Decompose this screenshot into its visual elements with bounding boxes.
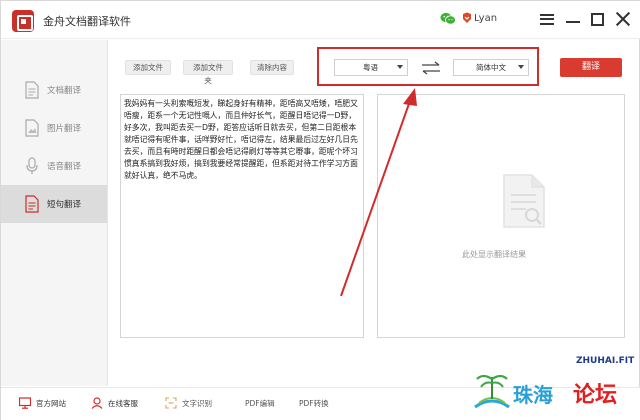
hamburger-icon (540, 13, 554, 25)
microphone-icon (26, 157, 38, 174)
menu-button[interactable] (537, 9, 557, 29)
sidebar-item-image-translate[interactable]: 图片翻译 (1, 109, 107, 147)
swap-languages-icon[interactable] (421, 61, 441, 75)
chevron-down-icon (397, 65, 403, 69)
sidebar-item-sentence-translate[interactable]: 短句翻译 (1, 185, 107, 223)
maximize-button[interactable] (587, 9, 607, 29)
monitor-icon (19, 397, 31, 409)
footer-item-label: 官方网站 (36, 398, 66, 408)
support-agent-icon (91, 397, 103, 409)
watermark-forum: 论坛 (573, 382, 618, 408)
text-recognition-icon (165, 397, 177, 409)
target-language-select[interactable]: 简体中文 (453, 59, 529, 76)
app-title: 金舟文档翻译软件 (43, 15, 131, 28)
footer-item-label: PDF编辑 (245, 398, 275, 408)
sidebar-item-label: 语音翻译 (47, 162, 82, 172)
watermark: ZHUHAI.FIT 珠海 论坛 (469, 355, 637, 413)
source-text-area[interactable]: 我妈妈有一头利索嘅短发，睇起身好有精神，距唔高又唔矮，唔肥又唔瘦，距系一个无记性… (120, 94, 364, 338)
username[interactable]: Lyan (474, 13, 497, 24)
close-icon (615, 11, 631, 27)
translate-button[interactable]: 翻译 (560, 58, 622, 77)
app-window: 金舟文档翻译软件 Lyan 文档翻译 图片翻译 语音翻译 短句翻译 添加文件 添… (0, 0, 640, 420)
footer-item-label: 在线客服 (108, 398, 138, 408)
result-placeholder: 此处显示翻译结果 (462, 250, 526, 259)
watermark-domain: ZHUHAI.FIT (576, 356, 635, 366)
sentence-icon (25, 195, 39, 213)
close-button[interactable] (613, 9, 633, 29)
footer-pdf-convert-link[interactable]: PDF转换 (299, 396, 329, 410)
add-folder-button[interactable]: 添加文件夹 (183, 60, 233, 85)
add-file-button[interactable]: 添加文件 (125, 60, 171, 75)
minimize-icon (566, 21, 580, 23)
sidebar-item-voice-translate[interactable]: 语音翻译 (1, 147, 107, 185)
footer-ocr-link[interactable]: 文字识别 (165, 396, 212, 410)
footer-online-support-link[interactable]: 在线客服 (91, 396, 138, 410)
footer-item-label: PDF转换 (299, 398, 329, 408)
footer-item-label: 文字识别 (182, 398, 212, 408)
document-icon (25, 81, 39, 99)
wechat-icon[interactable] (440, 12, 456, 25)
sidebar: 文档翻译 图片翻译 语音翻译 短句翻译 (1, 40, 108, 386)
sidebar-item-label: 文档翻译 (47, 86, 82, 96)
source-language-value: 粤语 (363, 63, 378, 72)
app-logo-icon (12, 10, 34, 32)
watermark-city: 珠海 (513, 383, 553, 407)
image-icon (25, 119, 39, 137)
clear-content-button[interactable]: 清除内容 (250, 60, 294, 75)
target-language-value: 简体中文 (476, 63, 506, 72)
minimize-button[interactable] (563, 9, 583, 29)
sidebar-item-label: 图片翻译 (47, 124, 82, 134)
watermark-logo-icon (474, 374, 510, 409)
vip-badge-icon (463, 12, 471, 23)
maximize-icon (590, 12, 604, 26)
empty-document-icon (503, 174, 545, 228)
source-text: 我妈妈有一头利索嘅短发，睇起身好有精神，距唔高又唔矮，唔肥又唔瘦，距系一个无记性… (124, 99, 358, 180)
annotation-arrow-icon (340, 88, 417, 297)
footer-pdf-edit-link[interactable]: PDF编辑 (245, 396, 275, 410)
sidebar-item-document-translate[interactable]: 文档翻译 (1, 71, 107, 109)
footer-official-site-link[interactable]: 官方网站 (19, 396, 66, 410)
title-bar: 金舟文档翻译软件 Lyan (1, 1, 640, 39)
chevron-down-icon (518, 65, 524, 69)
source-language-select[interactable]: 粤语 (334, 59, 408, 76)
sidebar-item-label: 短句翻译 (47, 200, 82, 210)
